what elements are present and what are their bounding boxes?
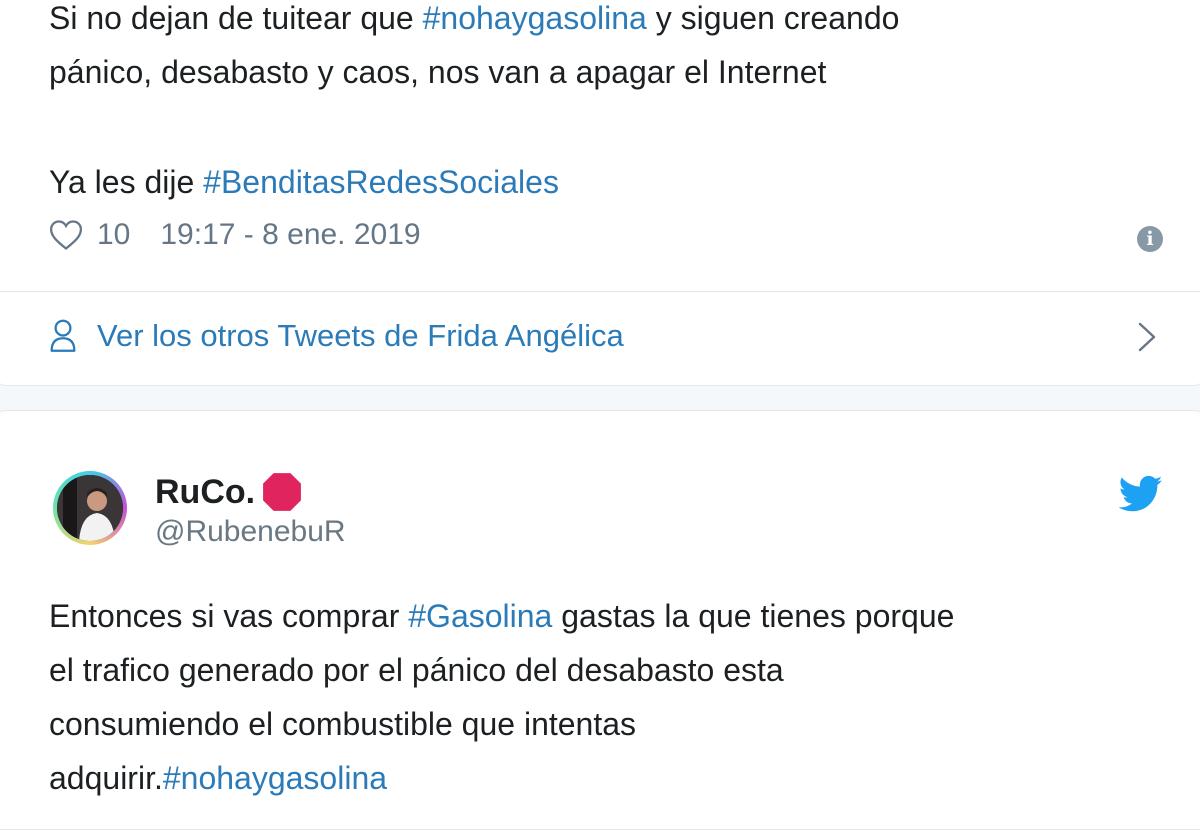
hashtag-link[interactable]: #nohaygasolina (423, 0, 647, 36)
tweet-text-segment: Ya les dije (49, 164, 204, 200)
more-tweets-link[interactable]: Ver los otros Tweets de Frida Angélica (49, 311, 1156, 361)
tweet-text-segment: adquirir. (49, 760, 163, 796)
tweet-meta: 10 19:17 - 8 ene. 2019 (49, 215, 421, 255)
tweet-text-segment: Si no dejan de tuitear que (49, 0, 423, 36)
person-icon (50, 319, 76, 352)
hashtag-link[interactable]: #Gasolina (408, 598, 552, 634)
tweet-card-2: RuCo. @RubenebuR Entonces si vas comprar… (0, 410, 1200, 830)
tweet-text-segment: gastas la que tienes porque (552, 598, 955, 634)
tweet-text-line: Ya les dije #BenditasRedesSociales (49, 155, 559, 209)
like-count: 10 (97, 218, 131, 251)
avatar[interactable] (53, 471, 127, 545)
author-name-row: RuCo. (155, 471, 303, 513)
tweet-text-line: pánico, desabasto y caos, nos van a apag… (49, 54, 827, 90)
tweet-text-line: el trafico generado por el pánico del de… (49, 652, 784, 688)
info-icon[interactable]: i (1137, 226, 1163, 252)
tweet-text-line: adquirir.#nohaygasolina (49, 751, 387, 805)
tweet-timestamp[interactable]: 19:17 - 8 ene. 2019 (160, 218, 420, 252)
tweet-text-line: Entonces si vas comprar #Gasolina gastas… (49, 589, 954, 643)
hashtag-link[interactable]: #nohaygasolina (163, 760, 387, 796)
chevron-right-icon (1138, 322, 1156, 352)
heart-icon[interactable] (49, 219, 83, 251)
display-name[interactable]: RuCo. (155, 473, 255, 512)
tweet-text-segment: y siguen creando (646, 0, 900, 36)
tweet-text-segment: Entonces si vas comprar (49, 598, 409, 634)
twitter-bird-icon[interactable] (1119, 475, 1163, 513)
tweet-text-line: consumiendo el combustible que intentas (49, 706, 637, 742)
more-tweets-label: Ver los otros Tweets de Frida Angélica (97, 318, 624, 353)
tweet-text-line: Si no dejan de tuitear que #nohaygasolin… (49, 0, 899, 45)
hashtag-link[interactable]: #BenditasRedesSociales (203, 164, 559, 200)
user-handle[interactable]: @RubenebuR (155, 515, 346, 549)
tweet-card-1: Si no dejan de tuitear que #nohaygasolin… (0, 0, 1200, 386)
divider (0, 291, 1200, 292)
stop-sign-icon (263, 473, 301, 511)
